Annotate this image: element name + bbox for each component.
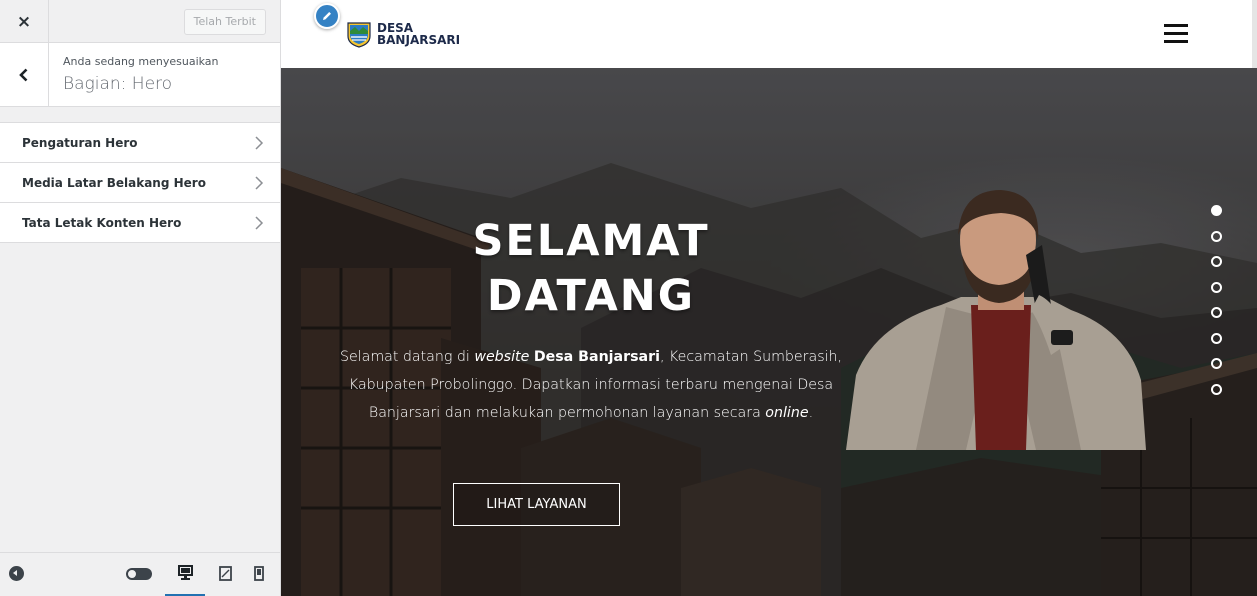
section-header: Anda sedang menyesuaikan Bagian: Hero [0, 43, 280, 107]
slide-dot-5[interactable] [1211, 307, 1222, 318]
panel-item-label: Pengaturan Hero [22, 135, 138, 150]
scrollbar[interactable] [1252, 0, 1257, 68]
customizing-label: Anda sedang menyesuaikan [63, 55, 219, 68]
collapse-sidebar-icon[interactable] [9, 566, 24, 581]
hero-section: SELAMAT DATANG Selamat datang di website… [281, 68, 1257, 596]
hero-description: Selamat datang di website Desa Banjarsar… [321, 343, 861, 427]
slide-dot-3[interactable] [1211, 256, 1222, 267]
desktop-icon [178, 565, 193, 580]
publish-button[interactable]: Telah Terbit [183, 9, 266, 35]
pencil-icon [323, 12, 331, 20]
edit-shortcut-button[interactable] [314, 3, 340, 29]
village-logo-icon[interactable] [347, 22, 371, 48]
tablet-icon[interactable] [219, 566, 232, 581]
customizer-header: × Telah Terbit [0, 0, 280, 43]
slide-dot-8[interactable] [1211, 383, 1222, 395]
site-name-line2: BANJARSARI [377, 33, 461, 47]
slide-dot-2[interactable] [1211, 230, 1222, 242]
panel-list: Pengaturan Hero Media Latar Belakang Her… [0, 122, 280, 243]
hero-person-image [846, 190, 1146, 450]
view-services-button[interactable]: LIHAT LAYANAN [453, 483, 620, 526]
panel-item-hero-content-layout[interactable]: Tata Letak Konten Hero [0, 203, 280, 243]
close-icon: × [16, 11, 32, 32]
chevron-right-icon [255, 216, 264, 230]
site-preview: DESA BANJARSARI SELAMAT DATANG Selamat d… [281, 0, 1257, 596]
section-title: Bagian: Hero [63, 74, 173, 94]
chevron-left-icon [19, 68, 28, 82]
panel-item-label: Tata Letak Konten Hero [22, 215, 182, 230]
slide-pagination [1211, 205, 1223, 409]
hero-title: SELAMAT DATANG [381, 214, 801, 324]
hero-title-line2: DATANG [486, 271, 696, 321]
site-header: DESA BANJARSARI [281, 0, 1257, 68]
slide-dot-7[interactable] [1211, 358, 1222, 369]
hero-text-part: . [808, 405, 814, 421]
hero-title-line1: SELAMAT [472, 216, 710, 266]
hero-text-strong: Desa Banjarsari [533, 349, 660, 365]
close-customizer-button[interactable]: × [0, 0, 49, 43]
chevron-right-icon [255, 176, 264, 190]
slide-dot-6[interactable] [1211, 332, 1222, 344]
customizer-sidebar: × Telah Terbit Anda sedang menyesuaikan … [0, 0, 281, 596]
device-desktop-button[interactable] [165, 553, 205, 596]
chevron-right-icon [255, 136, 264, 150]
site-name[interactable]: DESA BANJARSARI [377, 22, 460, 46]
panel-item-label: Media Latar Belakang Hero [22, 175, 206, 190]
slide-dot-1[interactable] [1211, 205, 1222, 216]
panel-item-hero-background-media[interactable]: Media Latar Belakang Hero [0, 163, 280, 203]
back-button[interactable] [0, 43, 49, 107]
mobile-icon[interactable] [254, 566, 264, 581]
hero-text-emphasis: online [765, 405, 809, 421]
hero-text-part: Selamat datang di [339, 349, 475, 365]
toggle-icon[interactable] [126, 568, 152, 580]
hamburger-menu-icon[interactable] [1164, 24, 1188, 44]
customizer-footer [0, 552, 280, 596]
hero-text-emphasis: website [474, 349, 530, 365]
panel-item-hero-settings[interactable]: Pengaturan Hero [0, 123, 280, 163]
slide-dot-4[interactable] [1211, 281, 1222, 293]
